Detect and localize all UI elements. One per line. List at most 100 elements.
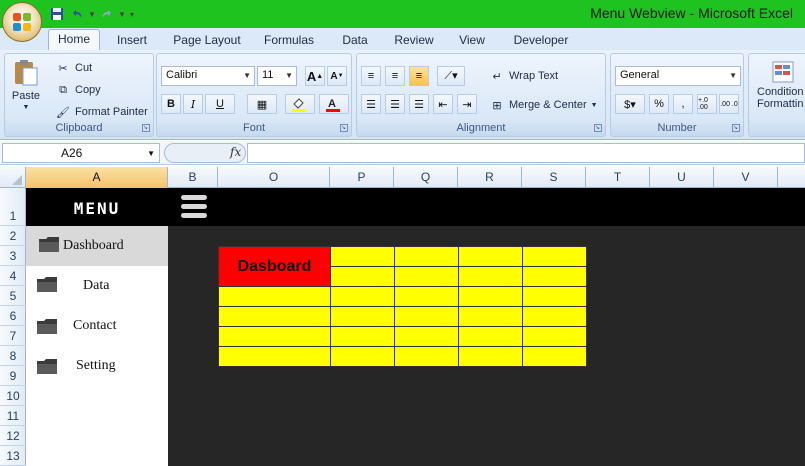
wrap-text-button[interactable]: ↵ Wrap Text (489, 68, 558, 84)
row-header-5[interactable]: 5 (0, 286, 26, 306)
undo-dropdown-icon[interactable]: ▼ (88, 10, 96, 19)
table-cell[interactable] (458, 286, 523, 307)
undo-icon[interactable] (68, 5, 86, 23)
column-header-a[interactable]: A (26, 167, 168, 188)
table-cell[interactable] (522, 326, 587, 347)
row-header-8[interactable]: 8 (0, 346, 26, 366)
table-cell[interactable] (218, 346, 331, 367)
number-launcher-icon[interactable]: ↘ (732, 124, 740, 132)
cut-button[interactable]: ✂ Cut (55, 60, 92, 76)
row-header-1[interactable]: 1 (0, 188, 26, 226)
row-header-3[interactable]: 3 (0, 246, 26, 266)
table-cell[interactable] (330, 286, 395, 307)
tab-home[interactable]: Home (48, 29, 100, 50)
table-cell[interactable] (522, 306, 587, 327)
tab-formulas[interactable]: Formulas (260, 31, 318, 50)
align-left-button[interactable]: ☰ (361, 94, 381, 114)
shrink-font-button[interactable]: A ▼ (327, 66, 347, 86)
table-cell[interactable] (394, 346, 459, 367)
merge-center-button[interactable]: ⊞ Merge & Center ▼ (489, 97, 597, 113)
table-cell[interactable] (394, 326, 459, 347)
column-header-u[interactable]: U (650, 167, 714, 188)
comma-button[interactable]: , (673, 94, 693, 114)
table-cell[interactable] (394, 246, 459, 267)
save-icon[interactable] (48, 5, 66, 23)
row-header-2[interactable]: 2 (0, 226, 26, 246)
align-bottom-button[interactable]: ≡ (409, 66, 429, 86)
name-box[interactable]: A26 ▼ (2, 143, 160, 163)
row-header-12[interactable]: 12 (0, 426, 26, 446)
table-cell[interactable] (522, 266, 587, 287)
table-cell[interactable] (458, 306, 523, 327)
sidebar-item-setting[interactable]: Setting (26, 346, 168, 386)
column-header-v[interactable]: V (714, 167, 778, 188)
sidebar-item-dashboard[interactable]: Dashboard (26, 226, 168, 266)
row-header-11[interactable]: 11 (0, 406, 26, 426)
format-painter-button[interactable]: 🖌 Format Painter (55, 104, 148, 120)
sidebar-item-data[interactable]: Data (26, 266, 168, 306)
insert-function-icon[interactable]: fx (230, 145, 241, 159)
font-launcher-icon[interactable]: ↘ (340, 124, 348, 132)
redo-dropdown-icon[interactable]: ▼ (118, 10, 126, 19)
table-cell[interactable] (330, 326, 395, 347)
italic-button[interactable]: I (183, 94, 203, 114)
grow-font-button[interactable]: A ▲ (305, 66, 325, 86)
row-header-7[interactable]: 7 (0, 326, 26, 346)
table-cell[interactable] (458, 326, 523, 347)
dashboard-header-cell[interactable]: Dasboard (218, 246, 331, 287)
office-button[interactable] (2, 2, 42, 42)
underline-button[interactable]: U (205, 94, 235, 114)
tab-data[interactable]: Data (336, 31, 374, 50)
column-header-t[interactable]: T (586, 167, 650, 188)
select-all-button[interactable] (0, 167, 26, 188)
decrease-decimal-button[interactable]: .00 .0 (719, 94, 739, 114)
formula-input[interactable] (247, 143, 805, 163)
table-cell[interactable] (218, 286, 331, 307)
table-cell[interactable] (522, 286, 587, 307)
alignment-launcher-icon[interactable]: ↘ (594, 124, 602, 132)
tab-review[interactable]: Review (390, 31, 438, 50)
conditional-formatting-button[interactable]: Condition Formattin (757, 60, 803, 110)
increase-indent-button[interactable]: ⇥ (457, 94, 477, 114)
column-header-partial[interactable] (778, 167, 805, 188)
tab-page-layout[interactable]: Page Layout (170, 31, 244, 50)
table-cell[interactable] (522, 346, 587, 367)
currency-button[interactable]: $▾ (615, 94, 645, 114)
increase-decimal-button[interactable]: +.0 .00 (697, 94, 717, 114)
table-cell[interactable] (458, 346, 523, 367)
table-cell[interactable] (522, 246, 587, 267)
column-header-p[interactable]: P (330, 167, 394, 188)
row-header-13[interactable]: 13 (0, 446, 26, 466)
align-top-button[interactable]: ≡ (361, 66, 381, 86)
column-header-r[interactable]: R (458, 167, 522, 188)
align-center-button[interactable]: ☰ (385, 94, 405, 114)
column-header-b[interactable]: B (168, 167, 218, 188)
table-cell[interactable] (394, 266, 459, 287)
table-cell[interactable] (458, 266, 523, 287)
orientation-button[interactable]: ⟋▾ (437, 66, 465, 86)
borders-button[interactable]: ▦ (247, 94, 277, 114)
table-cell[interactable] (218, 306, 331, 327)
font-size-select[interactable]: 11 ▼ (257, 66, 297, 86)
table-cell[interactable] (330, 346, 395, 367)
redo-icon[interactable] (98, 5, 116, 23)
row-header-6[interactable]: 6 (0, 306, 26, 326)
bold-button[interactable]: B (161, 94, 181, 114)
tab-view[interactable]: View (454, 31, 490, 50)
column-header-q[interactable]: Q (394, 167, 458, 188)
font-family-select[interactable]: Calibri ▼ (161, 66, 255, 86)
table-cell[interactable] (458, 246, 523, 267)
align-right-button[interactable]: ☰ (409, 94, 429, 114)
table-cell[interactable] (394, 306, 459, 327)
customize-icon[interactable]: ▾ (128, 10, 136, 19)
table-cell[interactable] (394, 286, 459, 307)
table-cell[interactable] (218, 326, 331, 347)
table-cell[interactable] (330, 266, 395, 287)
align-middle-button[interactable]: ≡ (385, 66, 405, 86)
tab-developer[interactable]: Developer (508, 31, 574, 50)
hamburger-menu-icon[interactable] (181, 194, 207, 220)
clipboard-launcher-icon[interactable]: ↘ (142, 124, 150, 132)
sidebar-item-contact[interactable]: Contact (26, 306, 168, 346)
row-header-4[interactable]: 4 (0, 266, 26, 286)
decrease-indent-button[interactable]: ⇤ (433, 94, 453, 114)
